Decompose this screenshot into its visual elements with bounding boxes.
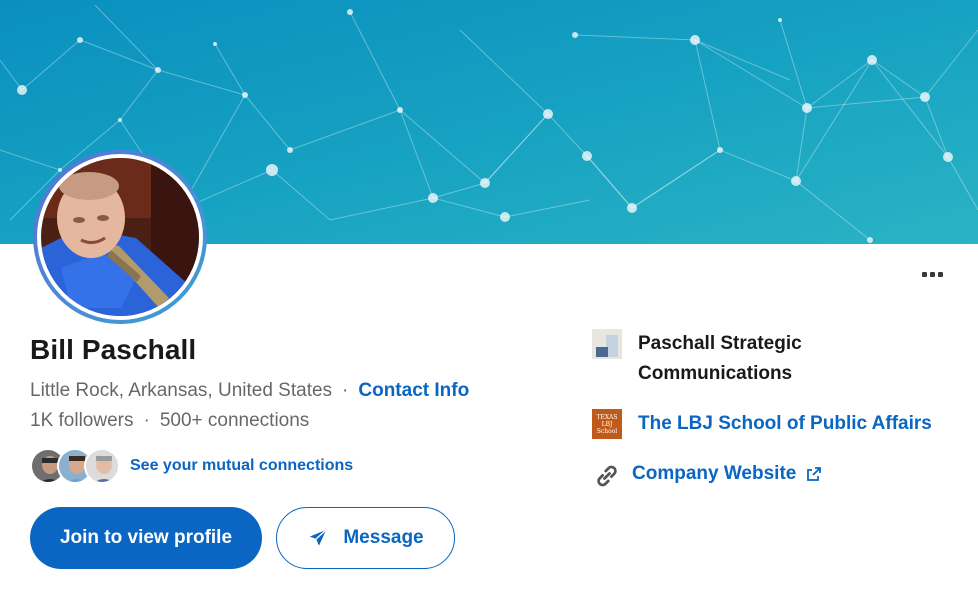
- avatar: [84, 448, 120, 484]
- education-school[interactable]: TEXAS LBJ School The LBJ School of Publi…: [592, 409, 932, 439]
- separator: ·: [143, 410, 150, 431]
- company-name: Paschall Strategic Communications: [638, 333, 802, 384]
- company-website[interactable]: Company Website: [592, 459, 822, 491]
- network-stats: 1K followers · 500+ connections: [30, 410, 309, 432]
- profile-photo-frame: [33, 150, 207, 324]
- ellipsis-icon: [921, 271, 927, 277]
- profile-photo[interactable]: [41, 158, 199, 316]
- current-company[interactable]: Paschall Strategic Communications: [592, 329, 838, 389]
- link-icon: [597, 465, 617, 487]
- external-link-icon: [807, 467, 822, 481]
- contact-info-link[interactable]: Contact Info: [358, 380, 469, 402]
- location-text: Little Rock, Arkansas, United States: [30, 380, 333, 401]
- school-name-link[interactable]: The LBJ School of Public Affairs: [638, 409, 932, 439]
- join-to-view-profile-button[interactable]: Join to view profile: [30, 507, 262, 569]
- profile-name: Bill Paschall: [30, 334, 197, 365]
- location-line: Little Rock, Arkansas, United States · C…: [30, 380, 469, 402]
- company-logo-icon: [592, 329, 622, 359]
- more-options-button[interactable]: [912, 262, 952, 286]
- send-icon: [310, 529, 328, 546]
- profile-photo-image: [41, 158, 199, 316]
- mutual-connections-link[interactable]: See your mutual connections: [130, 457, 353, 475]
- message-label: Message: [343, 527, 424, 548]
- connections-count: 500+ connections: [159, 410, 310, 431]
- message-button[interactable]: Message: [276, 507, 455, 569]
- followers-count: 1K followers: [30, 410, 134, 431]
- separator: ·: [342, 380, 349, 401]
- school-logo-icon: TEXAS LBJ School: [592, 409, 622, 439]
- mutual-connections[interactable]: See your mutual connections: [30, 446, 353, 486]
- mutual-avatars: [30, 446, 122, 486]
- company-website-link[interactable]: Company Website: [632, 459, 796, 489]
